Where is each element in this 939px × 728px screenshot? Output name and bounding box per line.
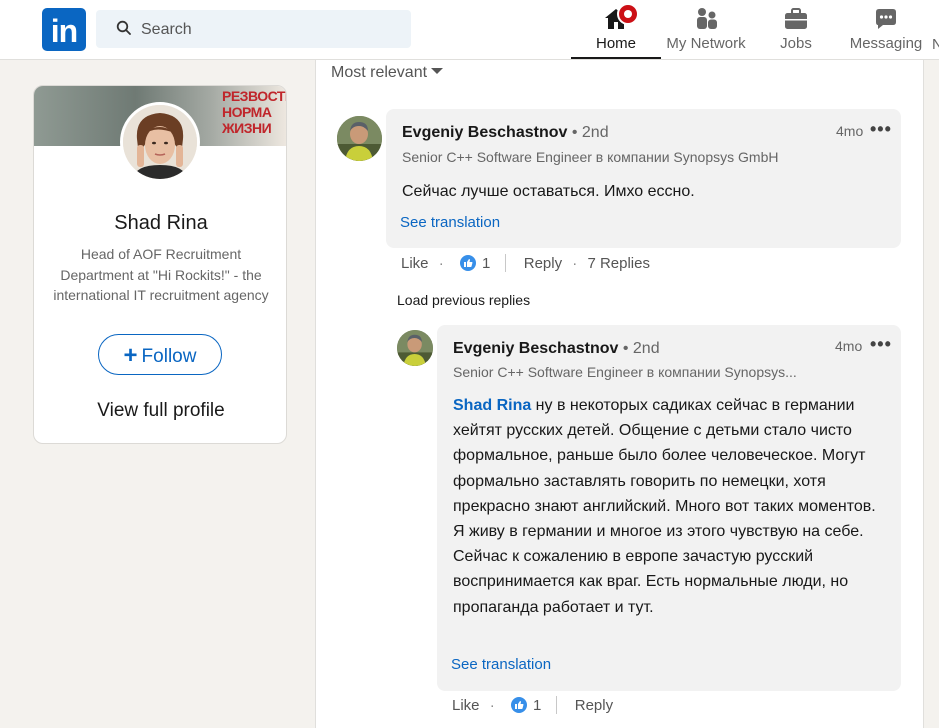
follow-button[interactable]: + Follow bbox=[98, 334, 222, 375]
comment-time: 4mo bbox=[836, 123, 864, 139]
more-options-icon[interactable]: ••• bbox=[870, 119, 892, 140]
separator-dot: · bbox=[572, 254, 578, 272]
network-icon bbox=[697, 8, 717, 29]
reply-text-body: ну в некоторых садиках сейчас в германии… bbox=[453, 397, 876, 616]
nav-messaging-label: Messaging bbox=[849, 35, 923, 52]
search-placeholder: Search bbox=[141, 21, 192, 38]
nav-messaging[interactable]: Messaging bbox=[846, 4, 926, 60]
reply-actions: Like · 1 Reply bbox=[452, 696, 613, 715]
commenter-photo bbox=[337, 116, 382, 161]
mention-link[interactable]: Shad Rina bbox=[453, 397, 531, 414]
caret-down-icon bbox=[431, 68, 444, 74]
sort-dropdown[interactable]: Most relevant bbox=[331, 64, 444, 82]
reply-bubble: Evgeniy Beschastnov • 2nd 4mo ••• Senior… bbox=[437, 325, 901, 691]
reply-button[interactable]: Reply bbox=[524, 255, 562, 272]
reply-author[interactable]: Evgeniy Beschastnov • 2nd bbox=[453, 340, 660, 358]
like-button[interactable]: Like bbox=[452, 697, 480, 714]
nav-home[interactable]: Home bbox=[571, 4, 661, 60]
nav-cutoff-item[interactable]: N bbox=[932, 36, 939, 53]
replier-photo bbox=[397, 330, 433, 366]
messaging-icon bbox=[876, 9, 896, 29]
search-bar[interactable]: Search bbox=[96, 10, 411, 48]
commenter-avatar[interactable] bbox=[337, 116, 382, 161]
comment-actions: Like · 1 Reply · 7 Replies bbox=[401, 254, 650, 273]
like-reaction-icon[interactable] bbox=[510, 697, 527, 714]
profile-headline: Head of AOF Recruitment Department at "H… bbox=[53, 246, 269, 303]
like-button[interactable]: Like bbox=[401, 255, 429, 272]
search-icon bbox=[116, 20, 131, 35]
profile-name[interactable]: Shad Rina bbox=[34, 212, 286, 235]
action-divider bbox=[555, 696, 557, 715]
notification-badge bbox=[617, 3, 639, 25]
like-count: 1 bbox=[482, 254, 491, 272]
plus-icon: + bbox=[123, 342, 138, 369]
reply-time: 4mo bbox=[835, 338, 863, 354]
replies-count-link[interactable]: 7 Replies bbox=[587, 255, 650, 272]
banner-text: РЕЗВОСТЬ НОРМА ЖИЗНИ bbox=[222, 88, 286, 136]
linkedin-logo[interactable]: in bbox=[42, 8, 86, 51]
nav-home-label: Home bbox=[595, 35, 636, 52]
more-options-icon[interactable]: ••• bbox=[870, 334, 892, 355]
nav-jobs-label: Jobs bbox=[780, 35, 812, 52]
reply-author-headline: Senior C++ Software Engineer в компании … bbox=[453, 364, 797, 380]
nav-my-network[interactable]: My Network bbox=[663, 4, 749, 60]
connection-degree: • 2nd bbox=[622, 340, 660, 357]
connection-degree: • 2nd bbox=[571, 124, 609, 141]
nav-active-indicator bbox=[571, 57, 661, 59]
separator-dot: · bbox=[489, 696, 495, 714]
replier-avatar[interactable] bbox=[397, 330, 433, 366]
like-count: 1 bbox=[533, 696, 542, 714]
nav-my-network-label: My Network bbox=[666, 35, 746, 52]
sort-label: Most relevant bbox=[331, 64, 428, 81]
load-previous-replies[interactable]: Load previous replies bbox=[397, 292, 530, 308]
reply-author-name: Evgeniy Beschastnov bbox=[453, 340, 619, 357]
profile-avatar[interactable] bbox=[120, 102, 200, 182]
see-translation-link[interactable]: See translation bbox=[400, 214, 500, 231]
top-nav-bar: in Search Home My Network Jobs Messaging… bbox=[0, 0, 939, 60]
view-full-profile-link[interactable]: View full profile bbox=[34, 400, 286, 422]
see-translation-link[interactable]: See translation bbox=[451, 656, 551, 673]
comment-author-headline: Senior C++ Software Engineer в компании … bbox=[402, 149, 779, 165]
comment-bubble: Evgeniy Beschastnov • 2nd 4mo ••• Senior… bbox=[386, 109, 901, 248]
comment-author-name: Evgeniy Beschastnov bbox=[402, 124, 568, 141]
comments-panel: Most relevant Evgeniy Beschastnov • 2nd … bbox=[315, 60, 924, 728]
briefcase-icon bbox=[785, 8, 807, 29]
follow-label: Follow bbox=[141, 346, 197, 367]
profile-photo bbox=[123, 105, 197, 179]
action-divider bbox=[504, 254, 506, 273]
like-reaction-icon[interactable] bbox=[459, 255, 476, 272]
separator-dot: · bbox=[438, 254, 444, 272]
profile-card: РЕЗВОСТЬ НОРМА ЖИЗНИ Shad Rina Head of A… bbox=[33, 85, 287, 444]
reply-text: Shad Rina ну в некоторых садиках сейчас … bbox=[453, 393, 878, 620]
comment-text: Сейчас лучше оставаться. Имхо ессно. bbox=[402, 183, 695, 200]
reply-button[interactable]: Reply bbox=[575, 697, 613, 714]
comment-author[interactable]: Evgeniy Beschastnov • 2nd bbox=[402, 124, 609, 142]
nav-jobs[interactable]: Jobs bbox=[760, 4, 832, 60]
